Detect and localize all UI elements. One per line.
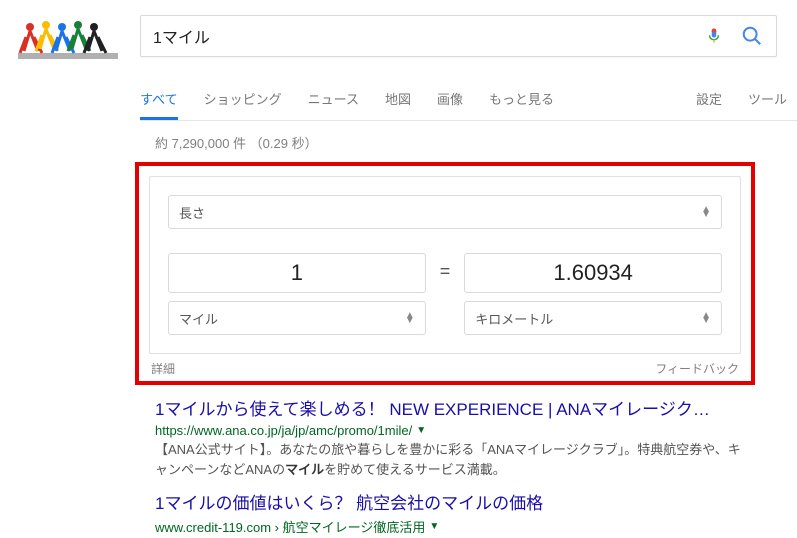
search-result: 1マイルから使えて楽しめる！ NEW EXPERIENCE | ANAマイレージ… bbox=[155, 399, 745, 479]
dropdown-icon[interactable]: ▼ bbox=[429, 521, 439, 532]
search-result: 1マイルの価値はいくら？ 航空会社のマイルの価格 www.credit-119.… bbox=[155, 493, 745, 536]
tab-shopping[interactable]: ショッピング bbox=[204, 79, 282, 120]
tab-images[interactable]: 画像 bbox=[437, 79, 463, 120]
chevron-updown-icon: ▲▼ bbox=[405, 313, 415, 323]
from-value-input[interactable] bbox=[168, 253, 426, 293]
from-unit-label: マイル bbox=[179, 309, 218, 328]
tab-news[interactable]: ニュース bbox=[308, 79, 359, 120]
category-label: 長さ bbox=[179, 203, 205, 222]
category-select[interactable]: 長さ ▲▼ bbox=[168, 195, 722, 229]
result-title-link[interactable]: 1マイルの価値はいくら？ 航空会社のマイルの価格 bbox=[155, 493, 745, 515]
details-link[interactable]: 詳細 bbox=[151, 360, 175, 377]
search-input[interactable] bbox=[153, 27, 688, 45]
from-unit-select[interactable]: マイル ▲▼ bbox=[168, 301, 426, 335]
result-stats: 約 7,290,000 件 （0.29 秒） bbox=[155, 133, 745, 152]
unit-converter-card: 長さ ▲▼ マイル ▲▼ = キロメートル bbox=[149, 176, 741, 354]
voice-search-icon[interactable] bbox=[702, 24, 726, 48]
tab-settings[interactable]: 設定 bbox=[696, 79, 722, 120]
to-unit-select[interactable]: キロメートル ▲▼ bbox=[464, 301, 722, 335]
chevron-updown-icon: ▲▼ bbox=[701, 313, 711, 323]
result-snippet: 【ANA公式サイト】。あなたの旅や暮らしを豊かに彩る「ANAマイレージクラブ」。… bbox=[155, 440, 745, 479]
feedback-link[interactable]: フィードバック bbox=[655, 360, 739, 377]
dropdown-icon[interactable]: ▼ bbox=[416, 425, 426, 436]
tab-more[interactable]: もっと見る bbox=[489, 79, 554, 120]
to-value-input[interactable] bbox=[464, 253, 722, 293]
tab-all[interactable]: すべて bbox=[140, 79, 178, 120]
to-unit-label: キロメートル bbox=[475, 309, 553, 328]
search-tabs: すべて ショッピング ニュース 地図 画像 もっと見る 設定 ツール bbox=[140, 65, 797, 121]
search-icon[interactable] bbox=[740, 24, 764, 48]
search-box[interactable] bbox=[140, 15, 777, 57]
result-title-link[interactable]: 1マイルから使えて楽しめる！ NEW EXPERIENCE | ANAマイレージ… bbox=[155, 399, 745, 421]
result-url[interactable]: https://www.ana.co.jp/ja/jp/amc/promo/1m… bbox=[155, 423, 412, 438]
result-url[interactable]: www.credit-119.com › 航空マイレージ徹底活用 bbox=[155, 517, 425, 536]
tab-tools[interactable]: ツール bbox=[748, 79, 787, 120]
tab-maps[interactable]: 地図 bbox=[385, 79, 411, 120]
chevron-updown-icon: ▲▼ bbox=[701, 207, 711, 217]
equals-sign: = bbox=[440, 253, 451, 282]
google-doodle-logo[interactable] bbox=[10, 15, 125, 65]
highlight-box: 長さ ▲▼ マイル ▲▼ = キロメートル bbox=[135, 162, 755, 385]
